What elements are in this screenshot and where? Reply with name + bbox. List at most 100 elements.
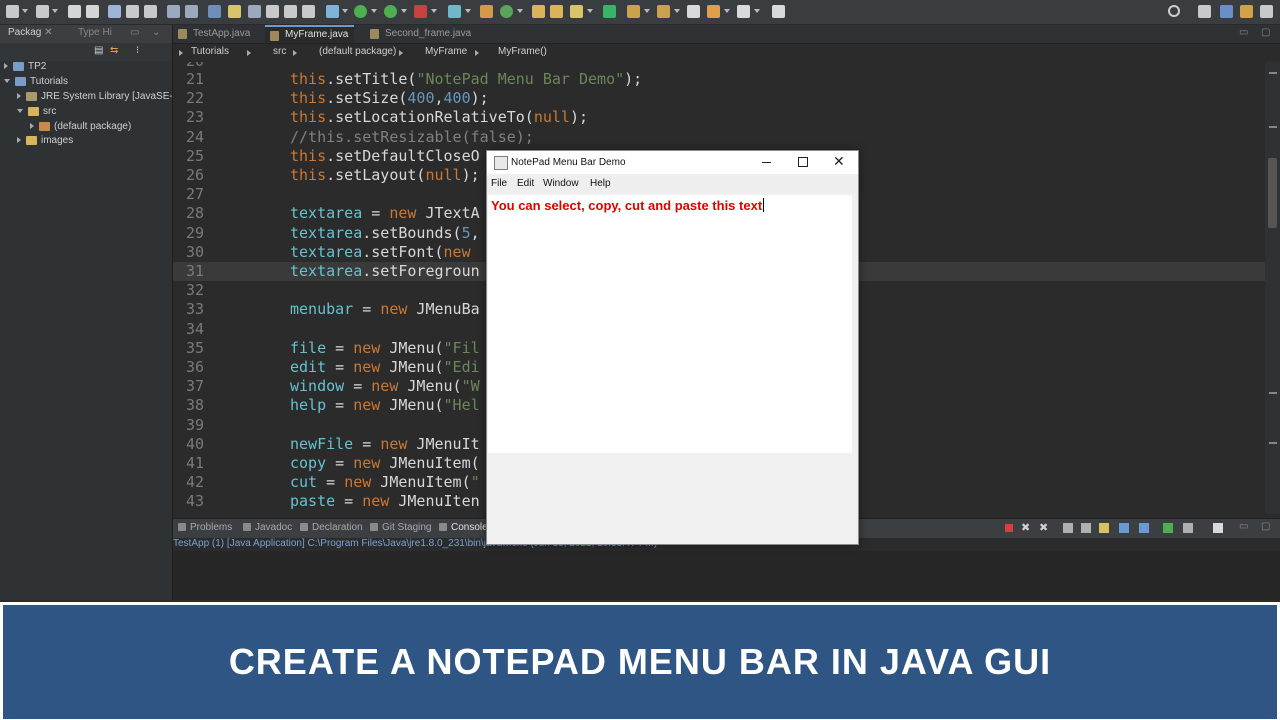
terminate-icon[interactable] (1005, 524, 1013, 532)
new-class-dropdown-icon[interactable] (517, 9, 523, 13)
breadcrumb-item-package[interactable]: (default package) (319, 46, 396, 57)
open-type-icon[interactable] (532, 5, 545, 18)
display-console-icon[interactable] (1139, 523, 1149, 533)
run-dropdown-icon[interactable] (401, 9, 407, 13)
outline-icon[interactable] (144, 5, 157, 18)
debug-icon[interactable] (354, 5, 367, 18)
new-console-icon[interactable] (1183, 523, 1193, 533)
breadcrumb-item-tutorials[interactable]: Tutorials (191, 46, 229, 57)
tab-git-staging[interactable]: Git Staging (370, 522, 431, 533)
scroll-lock-icon[interactable] (1063, 523, 1073, 533)
minimize-icon[interactable]: ▭ (1239, 521, 1248, 532)
link-icon[interactable] (167, 5, 180, 18)
open-dropdown-icon[interactable] (52, 9, 58, 13)
word-wrap-icon[interactable] (1081, 523, 1091, 533)
new-package-icon[interactable] (500, 5, 513, 18)
block-select-icon[interactable] (248, 5, 261, 18)
next-annotation-icon[interactable] (627, 5, 640, 18)
remove-all-icon[interactable]: ✖ (1039, 521, 1048, 534)
clear-console-icon[interactable] (1099, 523, 1109, 533)
menu-help[interactable]: Help (590, 178, 611, 189)
view-menu-icon[interactable]: ⁝ (136, 45, 139, 56)
tab-myframe-java[interactable]: MyFrame.java (265, 25, 355, 43)
console-menu-icon[interactable] (1213, 523, 1223, 533)
properties-icon[interactable] (126, 5, 139, 18)
run-icon[interactable] (384, 5, 397, 18)
show-whitespace-icon[interactable] (266, 5, 279, 18)
minimize-icon[interactable]: ▭ (1239, 27, 1248, 38)
external-tools-icon[interactable] (448, 5, 461, 18)
forward-icon[interactable] (737, 5, 750, 18)
scrollbar-thumb[interactable] (1268, 158, 1277, 228)
text-area[interactable]: You can select, copy, cut and paste this… (488, 195, 852, 453)
tab-testapp-java[interactable]: TestApp.java (173, 25, 256, 43)
debug-dropdown-icon[interactable] (371, 9, 377, 13)
word-wrap-icon[interactable] (284, 5, 297, 18)
search-view-icon[interactable] (603, 5, 616, 18)
pin-console-icon[interactable] (1119, 523, 1129, 533)
search-icon[interactable] (1168, 5, 1180, 17)
maximize-icon[interactable]: ▢ (1261, 521, 1270, 532)
collapse-all-icon[interactable]: ▤ (94, 45, 103, 56)
terminal-icon[interactable] (108, 5, 121, 18)
tab-javadoc[interactable]: Javadoc (243, 522, 292, 533)
menu-file[interactable]: File (491, 178, 507, 189)
open-icon[interactable] (36, 5, 49, 18)
next-annotation-dropdown-icon[interactable] (644, 9, 650, 13)
save-all-icon[interactable] (86, 5, 99, 18)
open-console-icon[interactable] (1163, 523, 1173, 533)
breadcrumb-item-method[interactable]: MyFrame() (498, 46, 547, 57)
coverage-icon[interactable] (414, 5, 427, 18)
debug-perspective-icon[interactable] (1240, 5, 1253, 18)
maximize-button[interactable] (785, 151, 822, 174)
minimize-button[interactable] (748, 151, 785, 174)
edit-dropdown-icon[interactable] (587, 9, 593, 13)
breadcrumb-item-class[interactable]: MyFrame (425, 46, 467, 57)
menu-window[interactable]: Window (543, 178, 579, 189)
back-dropdown-icon[interactable] (724, 9, 730, 13)
close-icon[interactable]: ✕ (44, 27, 52, 38)
hierarchy-icon[interactable] (185, 5, 198, 18)
prev-annotation-dropdown-icon[interactable] (674, 9, 680, 13)
tab-declaration[interactable]: Declaration (300, 522, 363, 533)
highlight-icon[interactable] (228, 5, 241, 18)
git-perspective-icon[interactable] (1260, 5, 1273, 18)
tree-item-tutorials[interactable]: Tutorials (4, 76, 68, 87)
toggle-mark-icon[interactable] (208, 5, 221, 18)
view-menu-icon[interactable]: ⌄ (152, 27, 160, 38)
tab-package-explorer[interactable]: Packag ✕ (8, 27, 53, 38)
edit-icon[interactable] (570, 5, 583, 18)
new-icon[interactable] (6, 5, 19, 18)
menu-edit[interactable]: Edit (517, 178, 534, 189)
link-with-editor-icon[interactable]: ⇆ (110, 45, 118, 56)
breadcrumb-item-src[interactable]: src (273, 46, 286, 57)
tree-item-default-package[interactable]: (default package) (30, 121, 131, 132)
back-icon[interactable] (707, 5, 720, 18)
open-perspective-icon[interactable] (1198, 5, 1211, 18)
close-button[interactable]: ✕ (821, 151, 858, 174)
new-dropdown-icon[interactable] (22, 9, 28, 13)
tree-item-images[interactable]: images (17, 135, 73, 146)
tree-item-src[interactable]: src (17, 106, 56, 117)
java-perspective-icon[interactable] (1220, 5, 1233, 18)
tab-type-hierarchy[interactable]: Type Hi (78, 27, 112, 38)
pin-editor-icon[interactable] (772, 5, 785, 18)
skip-breakpoints-icon[interactable] (326, 5, 339, 18)
paragraph-icon[interactable] (302, 5, 315, 18)
external-tools-dropdown-icon[interactable] (465, 9, 471, 13)
tab-console[interactable]: Console (439, 522, 488, 533)
maximize-icon[interactable]: ▢ (1261, 27, 1270, 38)
new-java-project-icon[interactable] (480, 5, 493, 18)
window-title-bar[interactable]: NotePad Menu Bar Demo ✕ (487, 151, 858, 174)
tab-second-frame-java[interactable]: Second_frame.java (365, 25, 477, 43)
skip-dropdown-icon[interactable] (342, 9, 348, 13)
tree-item-jre-library[interactable]: JRE System Library [JavaSE-1.8] (17, 91, 172, 102)
prev-annotation-icon[interactable] (657, 5, 670, 18)
tree-item-tp2[interactable]: TP2 (4, 61, 46, 72)
save-icon[interactable] (68, 5, 81, 18)
remove-launch-icon[interactable]: ✖ (1021, 521, 1030, 534)
console-output[interactable] (173, 551, 1280, 600)
coverage-dropdown-icon[interactable] (431, 9, 437, 13)
minimize-icon[interactable]: ▭ (130, 27, 139, 38)
editor-scrollbar[interactable] (1265, 62, 1280, 514)
